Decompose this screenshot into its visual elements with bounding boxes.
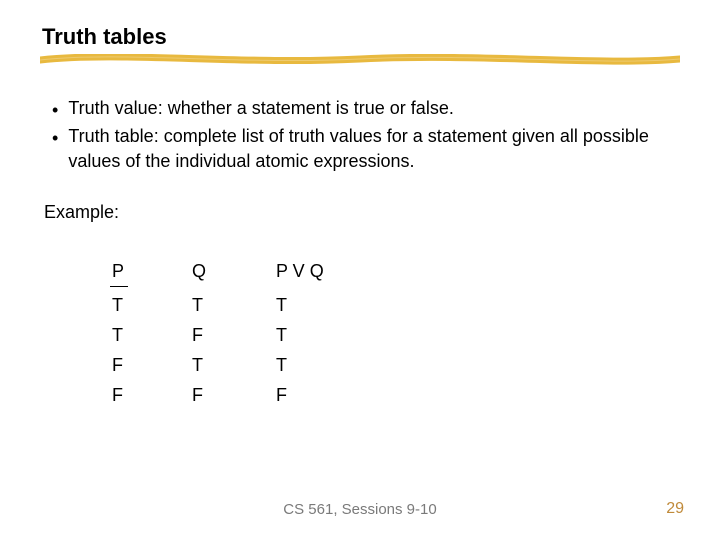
slide-title: Truth tables <box>42 24 167 50</box>
table-cell: F <box>112 385 192 406</box>
bullet-item: • Truth table: complete list of truth va… <box>52 124 662 173</box>
table-row: T F T <box>112 320 356 350</box>
bullet-icon: • <box>52 126 58 150</box>
table-cell: F <box>192 385 276 406</box>
bullet-text: Truth table: complete list of truth valu… <box>68 124 662 173</box>
table-cell: T <box>276 325 356 346</box>
header-underline <box>110 286 128 287</box>
table-cell: T <box>112 325 192 346</box>
table-cell: T <box>276 355 356 376</box>
table-row: F F F <box>112 380 356 410</box>
table-cell: F <box>276 385 356 406</box>
table-cell: T <box>276 295 356 316</box>
table-row: F T T <box>112 350 356 380</box>
truth-table: P Q P V Q T T T T F T F T T F F F <box>112 256 356 410</box>
table-cell: F <box>112 355 192 376</box>
table-row: T T T <box>112 290 356 320</box>
table-header-cell: Q <box>192 261 276 282</box>
table-cell: T <box>112 295 192 316</box>
table-header-row: P Q P V Q <box>112 256 356 286</box>
bullet-icon: • <box>52 98 58 122</box>
table-header-cell: P V Q <box>276 261 356 282</box>
title-underline <box>40 54 680 68</box>
example-label: Example: <box>44 202 119 223</box>
table-cell: T <box>192 295 276 316</box>
table-cell: F <box>192 325 276 346</box>
bullet-text: Truth value: whether a statement is true… <box>68 96 662 120</box>
bullet-item: • Truth value: whether a statement is tr… <box>52 96 662 122</box>
slide: Truth tables • Truth value: whether a st… <box>0 0 720 540</box>
bullet-list: • Truth value: whether a statement is tr… <box>52 96 662 175</box>
page-number: 29 <box>666 500 684 518</box>
footer-text: CS 561, Sessions 9-10 <box>0 501 720 518</box>
table-cell: T <box>192 355 276 376</box>
table-header-cell: P <box>112 261 192 282</box>
